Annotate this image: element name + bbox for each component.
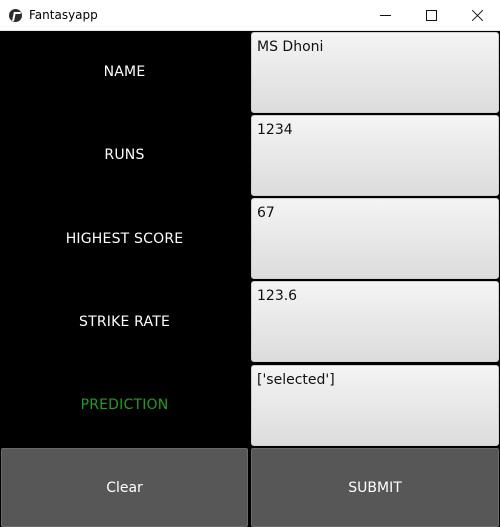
strike-rate-field[interactable]: 123.6 — [251, 281, 499, 362]
strike-rate-label: STRIKE RATE — [78, 314, 171, 330]
title-bar: Fantasyapp — [0, 0, 500, 31]
close-button[interactable] — [454, 0, 500, 31]
name-label: NAME — [103, 64, 146, 80]
close-icon — [471, 9, 484, 22]
maximize-icon — [425, 10, 437, 21]
prediction-field[interactable]: ['selected'] — [251, 365, 499, 446]
name-field[interactable]: MS Dhoni — [251, 32, 499, 113]
highest-score-label: HIGHEST SCORE — [65, 231, 184, 247]
maximize-button[interactable] — [408, 0, 454, 31]
clear-button[interactable]: Clear — [1, 448, 248, 527]
submit-button[interactable]: SUBMIT — [251, 448, 499, 527]
app-icon — [9, 9, 22, 22]
runs-label: RUNS — [104, 147, 145, 163]
highest-score-field[interactable]: 67 — [251, 198, 499, 279]
prediction-label: PREDICTION — [80, 397, 169, 413]
runs-field[interactable]: 1234 — [251, 115, 499, 196]
window-title: Fantasyapp — [29, 8, 98, 22]
minimize-button[interactable] — [362, 0, 408, 31]
minimize-icon — [379, 15, 391, 16]
